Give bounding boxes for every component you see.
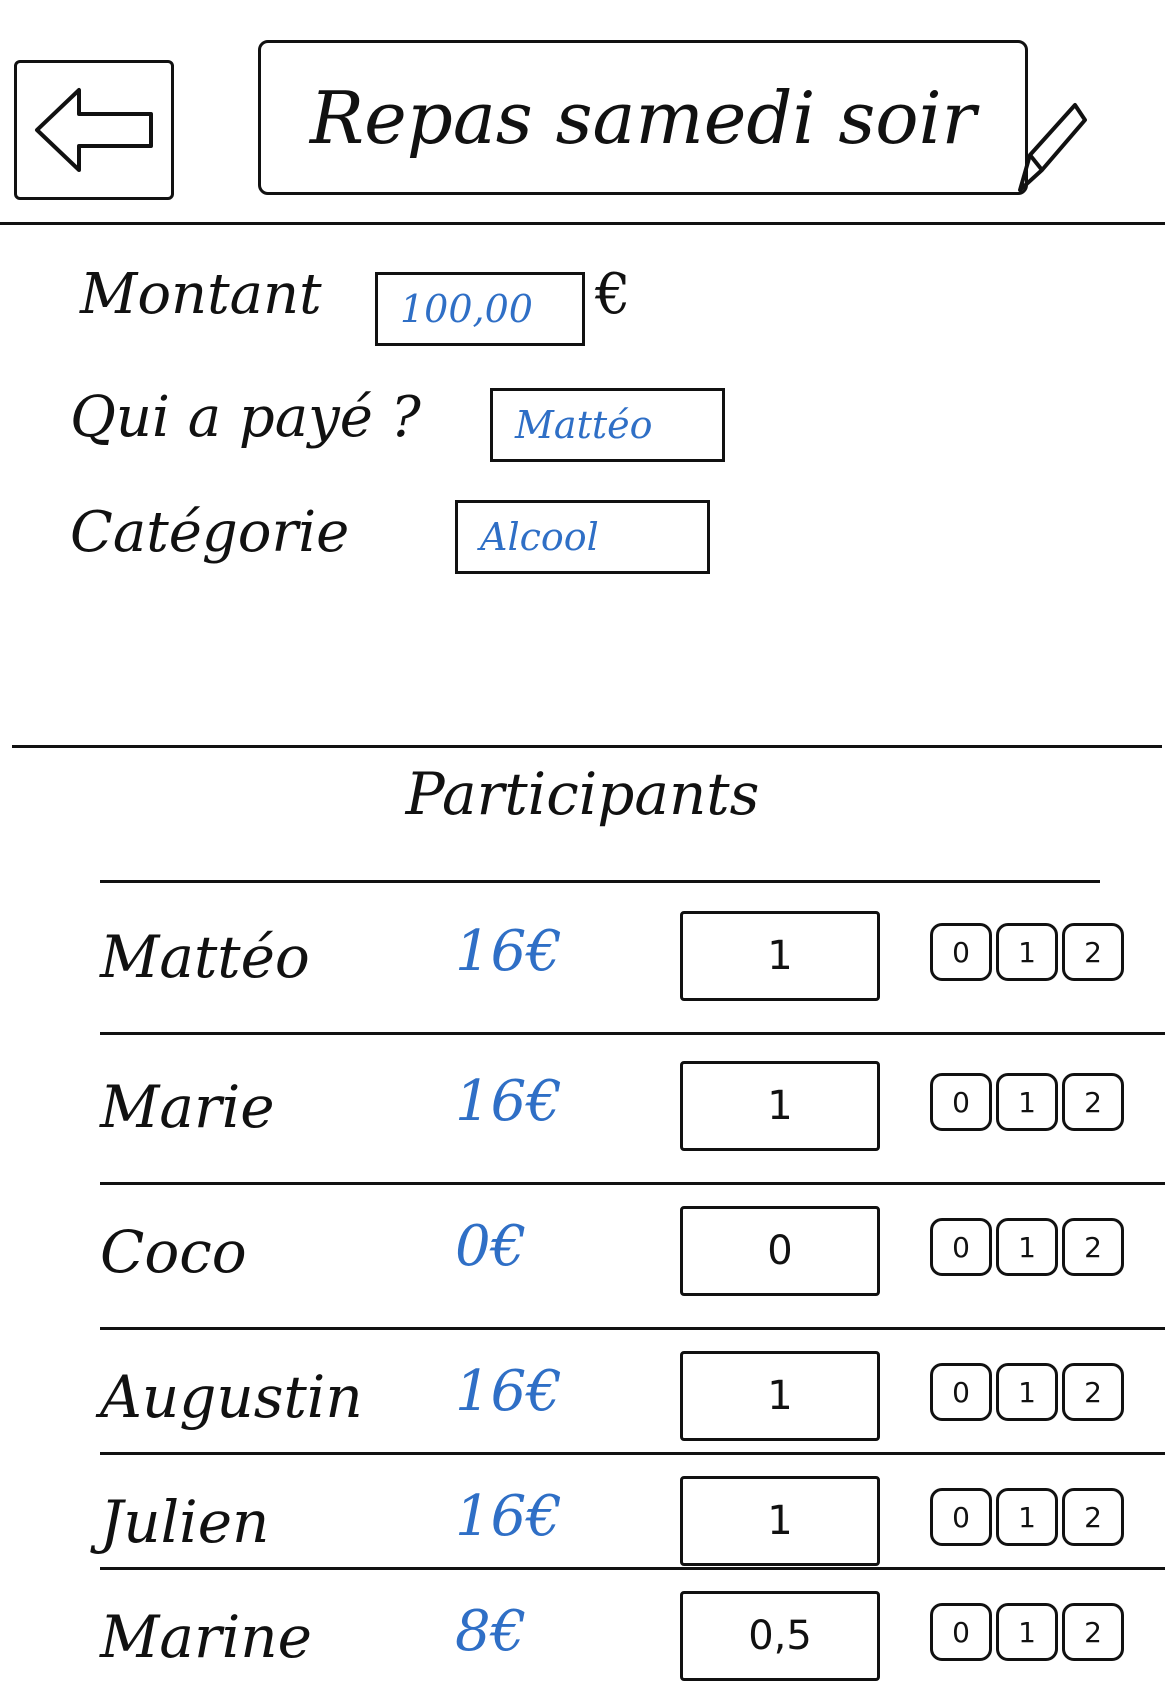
participant-amount: 16€	[455, 1069, 562, 1134]
quick-share-button-2[interactable]: 2	[1062, 1073, 1124, 1131]
quick-share-button-2[interactable]: 2	[1062, 1488, 1124, 1546]
participant-name: Marie	[100, 1073, 275, 1141]
amount-label: Montant	[80, 262, 322, 327]
back-button[interactable]	[14, 60, 174, 200]
quick-share-button-2[interactable]: 2	[1062, 1603, 1124, 1661]
quick-share-button-0[interactable]: 0	[930, 1363, 992, 1421]
quick-share-button-0[interactable]: 0	[930, 1488, 992, 1546]
quick-share-button-1[interactable]: 1	[996, 1073, 1058, 1131]
participant-name: Coco	[100, 1218, 247, 1286]
row-divider	[100, 1182, 1165, 1185]
participant-name: Mattéo	[100, 923, 310, 991]
form-divider	[12, 745, 1162, 748]
quick-share-buttons: 012	[930, 1603, 1124, 1661]
row-divider	[100, 1452, 1165, 1455]
participant-share-input[interactable]: 0	[680, 1206, 880, 1296]
quick-share-button-1[interactable]: 1	[996, 1218, 1058, 1276]
participant-share-input[interactable]: 1	[680, 1476, 880, 1566]
participant-amount: 16€	[455, 1359, 562, 1424]
pencil-icon	[1018, 103, 1087, 192]
quick-share-button-2[interactable]: 2	[1062, 923, 1124, 981]
participant-share-input[interactable]: 1	[680, 1351, 880, 1441]
quick-share-button-2[interactable]: 2	[1062, 1218, 1124, 1276]
quick-share-button-0[interactable]: 0	[930, 923, 992, 981]
payer-label: Qui a payé ?	[70, 385, 421, 450]
participant-row: Augustin 16€ 1 0 1 2	[100, 1335, 1165, 1455]
participant-amount: 16€	[455, 919, 562, 984]
quick-share-button-2[interactable]: 2	[1062, 1363, 1124, 1421]
participants-title: Participants	[405, 760, 760, 828]
participant-amount: 8€	[455, 1599, 527, 1664]
row-divider	[100, 1032, 1165, 1035]
quick-share-buttons: 012	[930, 1488, 1124, 1546]
participant-name: Marine	[100, 1603, 312, 1671]
payer-select[interactable]: Mattéo	[490, 388, 725, 462]
row-divider	[100, 1327, 1165, 1330]
row-divider	[100, 1567, 1165, 1570]
participant-row: Marie 16€ 1 0 1 2	[100, 1045, 1165, 1185]
header-divider	[0, 222, 1165, 225]
quick-share-button-1[interactable]: 1	[996, 923, 1058, 981]
quick-share-buttons: 012	[930, 1363, 1124, 1421]
amount-input[interactable]: 100,00	[375, 272, 585, 346]
edit-button[interactable]	[1005, 85, 1095, 205]
participant-row: Coco 0€ 0 0 1 2	[100, 1190, 1165, 1330]
participant-amount: 0€	[455, 1214, 527, 1279]
quick-share-button-0[interactable]: 0	[930, 1218, 992, 1276]
participant-amount: 16€	[455, 1484, 562, 1549]
participant-row: Mattéo 16€ 1 0 1 2	[100, 895, 1165, 1035]
quick-share-buttons: 012	[930, 1073, 1124, 1131]
participant-row: Marine 8€ 0,5 0 1 2	[100, 1575, 1150, 1681]
category-label: Catégorie	[70, 500, 350, 565]
currency-symbol: €	[595, 262, 631, 327]
quick-share-button-0[interactable]: 0	[930, 1603, 992, 1661]
expense-title-box[interactable]: Repas samedi soir	[258, 40, 1028, 195]
quick-share-button-1[interactable]: 1	[996, 1363, 1058, 1421]
participant-share-input[interactable]: 1	[680, 1061, 880, 1151]
participant-name: Julien	[100, 1488, 270, 1556]
participant-name: Augustin	[100, 1363, 363, 1431]
quick-share-buttons: 012	[930, 923, 1124, 981]
quick-share-button-1[interactable]: 1	[996, 1603, 1058, 1661]
category-select[interactable]: Alcool	[455, 500, 710, 574]
quick-share-buttons: 012	[930, 1218, 1124, 1276]
participant-share-input[interactable]: 1	[680, 911, 880, 1001]
arrow-left-icon	[35, 88, 153, 172]
quick-share-button-0[interactable]: 0	[930, 1073, 992, 1131]
page-title: Repas samedi soir	[309, 75, 977, 160]
quick-share-button-1[interactable]: 1	[996, 1488, 1058, 1546]
participant-row: Julien 16€ 1 0 1 2	[100, 1460, 1165, 1570]
participants-divider	[100, 880, 1100, 883]
